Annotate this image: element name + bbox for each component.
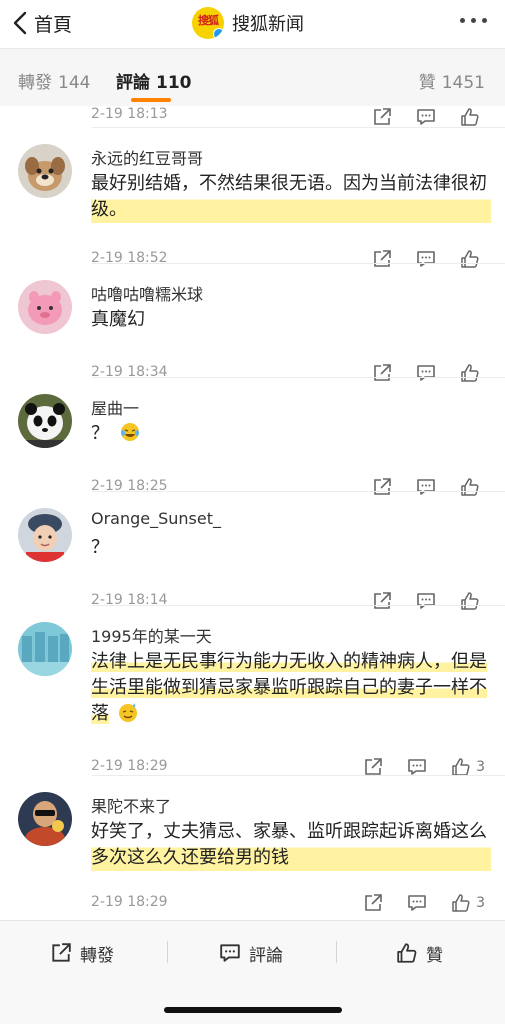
- page-title: 搜狐新闻: [232, 14, 304, 35]
- comment-icon: [220, 944, 240, 962]
- like-button-label: 贊: [426, 945, 443, 966]
- avatar[interactable]: [18, 394, 72, 448]
- sohu-logo: 搜狐: [192, 7, 224, 39]
- avatar[interactable]: [18, 792, 72, 846]
- share-icon[interactable]: [362, 892, 384, 914]
- comment-item: 咕噜咕噜糯米球 真魔幻 2-19 18:34: [0, 264, 505, 382]
- tab-comment[interactable]: 評論 110: [116, 68, 192, 93]
- comment-username[interactable]: 永远的红豆哥哥: [91, 145, 203, 169]
- more-menu-icon[interactable]: [460, 18, 487, 23]
- like-button[interactable]: 贊: [396, 941, 443, 966]
- avatar[interactable]: [18, 622, 72, 676]
- comment-username[interactable]: 果陀不来了: [91, 793, 171, 817]
- tab-repost-label: 轉發: [18, 73, 52, 93]
- comment-item: 屋曲一 ？ 2-19 18:25: [0, 378, 505, 496]
- comment-username[interactable]: 1995年的某一天: [91, 623, 212, 647]
- comment-username[interactable]: 咕噜咕噜糯米球: [91, 281, 203, 305]
- share-icon[interactable]: [371, 106, 393, 128]
- comment-item: 果陀不来了 好笑了，丈夫猜忌、家暴、监听跟踪起诉离婚这么多次这么久还要给男的钱 …: [0, 776, 505, 920]
- comment-button[interactable]: 評論: [219, 941, 283, 966]
- comment-text: 最好别结婚，不然结果很无语。因为当前法律很初级。: [91, 171, 491, 223]
- divider: [167, 941, 168, 963]
- reply-icon[interactable]: [406, 892, 428, 914]
- comment-text-value: ？: [91, 423, 109, 444]
- tab-bar: 轉發 144 評論 110 贊 1451: [0, 48, 505, 106]
- tab-like-count: 1451: [441, 73, 485, 93]
- like-count: 3: [476, 895, 485, 911]
- bottom-action-bar: 轉發 評論 贊: [0, 920, 505, 1024]
- like-icon: [397, 943, 417, 963]
- repost-button[interactable]: 轉發: [50, 941, 114, 966]
- share-icon: [52, 943, 71, 962]
- comment-item: 1995年的某一天 法律上是无民事行为能力无收入的精神病人，但是生活里能做到猜忌…: [0, 606, 505, 776]
- tab-repost-count: 144: [58, 73, 91, 93]
- like-count: 3: [476, 759, 485, 775]
- home-indicator[interactable]: [164, 1007, 342, 1013]
- tab-repost[interactable]: 轉發 144: [18, 68, 90, 93]
- comment-text: 法律上是无民事行为能力无收入的精神病人，但是生活里能做到猜忌家暴监听跟踪自己的妻…: [91, 649, 491, 727]
- avatar[interactable]: [18, 280, 72, 334]
- avatar[interactable]: [18, 508, 72, 562]
- comment-text-value: 法律上是无民事行为能力无收入的精神病人，但是生活里能做到猜忌家暴监听跟踪自己的妻…: [91, 651, 487, 724]
- laugh-cry-emoji-icon: [120, 423, 139, 441]
- tab-like[interactable]: 贊 1451: [419, 68, 485, 93]
- comment-text: 好笑了，丈夫猜忌、家暴、监听跟踪起诉离婚这么多次这么久还要给男的钱: [91, 819, 491, 871]
- back-button[interactable]: 首頁: [12, 9, 72, 37]
- comment-text: ？: [91, 537, 109, 558]
- comment-username[interactable]: 屋曲一: [91, 395, 139, 419]
- chevron-left-icon: [13, 11, 27, 35]
- comment-time: 2-19 18:13: [91, 106, 168, 122]
- like-icon[interactable]: [450, 892, 472, 914]
- comment-item: 永远的红豆哥哥 最好别结婚，不然结果很无语。因为当前法律很初级。 2-19 18…: [0, 128, 505, 268]
- verified-badge-icon: [213, 28, 224, 39]
- reply-icon[interactable]: [415, 106, 437, 128]
- comment-button-label: 評論: [249, 945, 283, 966]
- comment-text: ？: [91, 421, 491, 447]
- comment-username[interactable]: Orange_Sunset_: [91, 509, 221, 528]
- comment-item: Orange_Sunset_ ？ 2-19 18:14: [0, 492, 505, 610]
- tab-like-label: 贊: [418, 73, 436, 93]
- tab-comment-label: 評論: [116, 73, 150, 93]
- comment-list[interactable]: 2-19 18:13 永远的红豆哥哥 最好别结婚，不然结果很无语。因为当前法律很…: [0, 106, 505, 920]
- top-bar: 首頁 搜狐 搜狐新闻: [0, 0, 505, 48]
- comment-time: 2-19 18:29: [91, 894, 168, 910]
- tab-comment-count: 110: [156, 73, 192, 93]
- active-tab-indicator: [131, 98, 171, 102]
- sweat-smile-emoji-icon: [118, 703, 137, 722]
- logo-text: 搜狐: [198, 14, 219, 27]
- avatar[interactable]: [18, 144, 72, 198]
- comment-text: 真魔幻: [91, 309, 145, 330]
- back-label: 首頁: [34, 13, 73, 36]
- account-title[interactable]: 搜狐 搜狐新闻: [192, 4, 304, 42]
- comment-time: 2-19 18:29: [91, 758, 168, 774]
- repost-button-label: 轉發: [80, 945, 114, 966]
- like-icon[interactable]: [459, 106, 481, 128]
- divider: [336, 941, 337, 963]
- comment-item: 2-19 18:13: [0, 106, 505, 128]
